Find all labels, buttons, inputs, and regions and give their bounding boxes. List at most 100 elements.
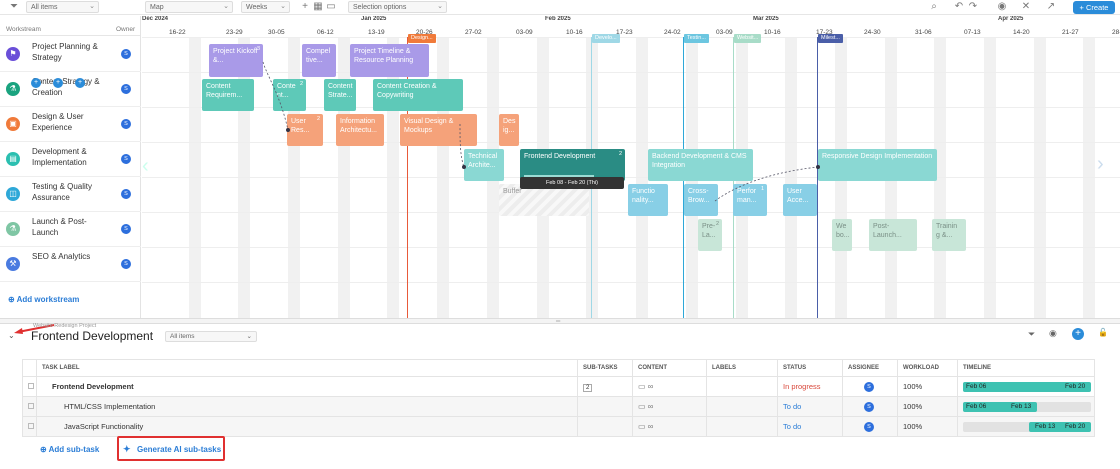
owner-avatar[interactable]: S (121, 189, 131, 199)
filter-icon[interactable]: ⏷ (8, 1, 20, 13)
avatar[interactable]: S (864, 402, 874, 412)
generate-ai-label: Generate AI sub-tasks (137, 445, 222, 454)
timeline-bar[interactable]: Feb 13 Feb 20 (963, 421, 1091, 432)
view-select[interactable]: Map ⌄ (145, 1, 233, 13)
workload-cell[interactable]: 100% (897, 416, 958, 437)
workstream-row[interactable]: ⚗ Launch & Post-Launch S (0, 212, 141, 247)
link-icon[interactable]: ∞ (648, 422, 654, 431)
select-all-checkbox[interactable] (22, 359, 37, 377)
labels-cell[interactable] (706, 396, 778, 417)
content-cell[interactable]: ▭ ∞ (632, 396, 707, 417)
workstream-icon: ⚗ (6, 82, 20, 96)
content-cell[interactable]: ▭ ∞ (632, 416, 707, 437)
add-subtask-button[interactable]: ⊕ Add sub-task (40, 445, 99, 454)
filter-select[interactable]: All items ⌄ (26, 1, 99, 13)
items-filter-select[interactable]: All items ⌄ (165, 331, 257, 342)
table-row[interactable]: JavaScript Functionality ▭ ∞ To do S 100% Feb… (22, 416, 1095, 437)
lock-icon[interactable]: 🔓 (1098, 328, 1108, 337)
add-circle-icon[interactable]: + (1072, 328, 1084, 340)
owner-avatar[interactable]: S (121, 259, 131, 269)
owner-avatar[interactable]: S (121, 49, 131, 59)
column-header[interactable]: CONTENT (632, 359, 707, 377)
table-row[interactable]: HTML/CSS Implementation ▭ ∞ To do S 100% Feb … (22, 396, 1095, 417)
scroll-right-icon[interactable]: › (1097, 154, 1109, 176)
row-checkbox[interactable] (22, 416, 37, 437)
selection-options-select[interactable]: Selection options ⌄ (348, 1, 447, 13)
tools-icon[interactable]: ✕ (1020, 1, 1032, 13)
eye-icon[interactable]: ◉ (996, 1, 1008, 13)
column-header[interactable]: ASSIGNEE (842, 359, 898, 377)
top-toolbar: ⏷ All items ⌄ Map ⌄ Weeks ⌄ + ▦ ▭ Selection… (0, 0, 1120, 15)
workload-cell[interactable]: 100% (897, 396, 958, 417)
add-workstream-button[interactable]: ⊕ Add workstream (8, 295, 79, 304)
scroll-left-icon[interactable]: ‹ (142, 156, 152, 176)
add-node-icon[interactable]: + (75, 78, 85, 88)
owner-avatar[interactable]: S (121, 154, 131, 164)
comment-icon[interactable]: ▭ (638, 422, 646, 431)
workstream-row[interactable]: ◫ Testing & Quality Assurance S (0, 177, 141, 212)
row-checkbox[interactable] (22, 376, 37, 397)
timeline-cell[interactable]: Feb 06 Feb 20 (957, 376, 1095, 397)
undo-icon[interactable]: ↶ (953, 1, 965, 13)
timeline-date: Feb 20 (1065, 422, 1086, 430)
assignee-cell[interactable]: S (842, 416, 898, 437)
status-cell[interactable]: In progress (777, 376, 843, 397)
column-header[interactable]: WORKLOAD (897, 359, 958, 377)
link-icon[interactable]: ∞ (648, 402, 654, 411)
eye-icon[interactable]: ◉ (1049, 328, 1057, 339)
share-icon[interactable]: ↗ (1045, 1, 1057, 13)
redo-icon[interactable]: ↷ (967, 1, 979, 13)
create-button[interactable]: + Create (1073, 1, 1115, 14)
workstream-row[interactable]: ⚗ Content Strategy & Creation S (0, 72, 141, 107)
column-header[interactable]: LABELS (706, 359, 778, 377)
owner-avatar[interactable]: S (121, 119, 131, 129)
comment-icon[interactable]: ▭ (638, 382, 646, 391)
generate-ai-subtasks-button[interactable]: ✦ Generate AI sub-tasks (117, 436, 225, 461)
column-header[interactable]: TIMELINE (957, 359, 1095, 377)
row-checkbox[interactable] (22, 396, 37, 417)
workstream-row[interactable]: ⚑ Project Planning & Strategy S (0, 37, 141, 72)
task-label-cell[interactable]: HTML/CSS Implementation (36, 396, 578, 417)
column-header[interactable]: TASK LABEL (36, 359, 578, 377)
assignee-cell[interactable]: S (842, 376, 898, 397)
subtasks-cell[interactable]: 2 (577, 376, 633, 397)
status-cell[interactable]: To do (777, 416, 843, 437)
task-label-cell[interactable]: Frontend Development (36, 376, 578, 397)
owner-avatar[interactable]: S (121, 84, 131, 94)
labels-cell[interactable] (706, 416, 778, 437)
subtasks-cell[interactable] (577, 416, 633, 437)
status-cell[interactable]: To do (777, 396, 843, 417)
labels-cell[interactable] (706, 376, 778, 397)
filter-icon[interactable]: ⏷ (1028, 329, 1035, 340)
add-node-icon[interactable]: + (31, 78, 41, 88)
timeline-cell[interactable]: Feb 06 Feb 13 (957, 396, 1095, 417)
calendar-range-icon[interactable]: ▭ (325, 1, 337, 13)
calendar-icon[interactable]: ▦ (312, 1, 324, 13)
link-icon[interactable]: ∞ (648, 382, 654, 391)
workstream-row[interactable]: ⚒ SEO & Analytics S (0, 247, 141, 282)
add-icon[interactable]: + (299, 1, 311, 13)
task-label-cell[interactable]: JavaScript Functionality (36, 416, 578, 437)
comment-icon[interactable]: ▭ (638, 402, 646, 411)
avatar[interactable]: S (864, 382, 874, 392)
workstream-row[interactable]: ▤ Development & Implementation S (0, 142, 141, 177)
add-node-icon[interactable]: + (53, 78, 63, 88)
owner-avatar[interactable]: S (121, 224, 131, 234)
table-row[interactable]: Frontend Development 2 ▭ ∞ In progress S 100%… (22, 376, 1095, 397)
avatar[interactable]: S (864, 422, 874, 432)
workload-cell[interactable]: 100% (897, 376, 958, 397)
timeline-bar[interactable]: Feb 06 Feb 20 (963, 381, 1091, 392)
workstream-label: SEO & Analytics (32, 252, 91, 261)
column-header[interactable]: STATUS (777, 359, 843, 377)
content-cell[interactable]: ▭ ∞ (632, 376, 707, 397)
gantt-timeline[interactable]: Dec 2024 Jan 2025 Feb 2025 Mar 2025 Apr 2025… (142, 16, 1120, 318)
assignee-cell[interactable]: S (842, 396, 898, 417)
timeline-cell[interactable]: Feb 13 Feb 20 (957, 416, 1095, 437)
status-value: To do (783, 422, 802, 431)
workstream-row[interactable]: ▣ Design & User Experience S (0, 107, 141, 142)
subtasks-cell[interactable] (577, 396, 633, 417)
search-icon[interactable]: ⌕ (928, 1, 940, 13)
scale-select[interactable]: Weeks ⌄ (241, 1, 290, 13)
timeline-bar[interactable]: Feb 06 Feb 13 (963, 401, 1091, 412)
column-header[interactable]: SUB-TASKS (577, 359, 633, 377)
